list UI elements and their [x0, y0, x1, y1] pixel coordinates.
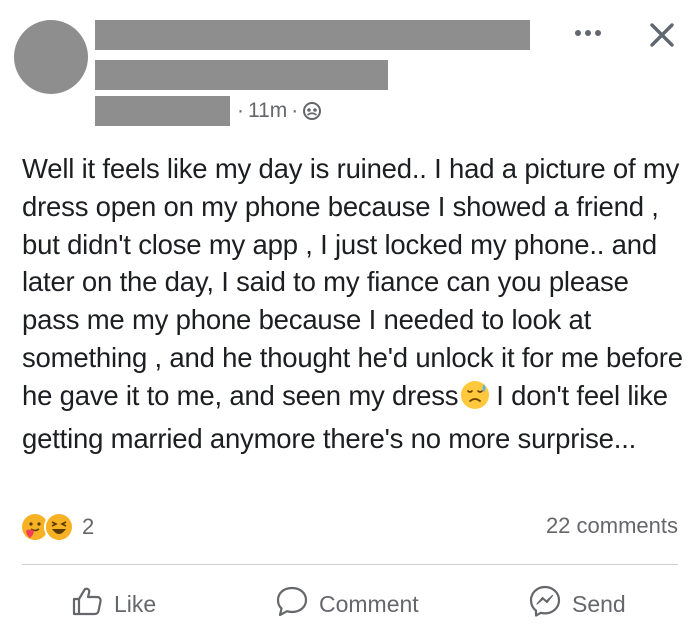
- reactions-summary[interactable]: 2: [20, 510, 94, 544]
- redacted-author-name: [95, 20, 530, 50]
- post-timestamp[interactable]: 11m: [248, 99, 287, 123]
- avatar[interactable]: [14, 20, 88, 94]
- comment-icon: [275, 584, 309, 624]
- like-button[interactable]: Like: [70, 580, 156, 628]
- haha-reaction-icon: [44, 512, 74, 542]
- thumbs-up-icon: [70, 584, 104, 624]
- more-options-icon[interactable]: [568, 18, 608, 48]
- like-label: Like: [114, 590, 157, 617]
- reaction-count: 2: [82, 514, 95, 539]
- redacted-author-name-line2: [95, 60, 388, 90]
- send-label: Send: [572, 590, 626, 617]
- comment-button[interactable]: Comment: [275, 580, 419, 628]
- post-text-part1: Well it feels like my day is ruined.. I …: [22, 153, 683, 411]
- meta-separator: ·: [237, 99, 244, 122]
- divider: [22, 564, 678, 565]
- post-meta: · 11m ·: [233, 98, 322, 124]
- close-icon[interactable]: [643, 16, 681, 54]
- comments-count-link[interactable]: 22 comments: [546, 513, 678, 539]
- send-button[interactable]: Send: [528, 580, 626, 628]
- post-text: Well it feels like my day is ruined.. I …: [22, 150, 686, 457]
- meta-separator: ·: [291, 99, 299, 122]
- sad-relieved-emoji-icon: [460, 380, 490, 420]
- comment-label: Comment: [319, 590, 419, 617]
- action-bar: Like Comment Send: [0, 580, 700, 628]
- messenger-icon: [528, 584, 562, 624]
- friends-icon: [302, 101, 322, 121]
- redacted-group-name: [95, 96, 230, 126]
